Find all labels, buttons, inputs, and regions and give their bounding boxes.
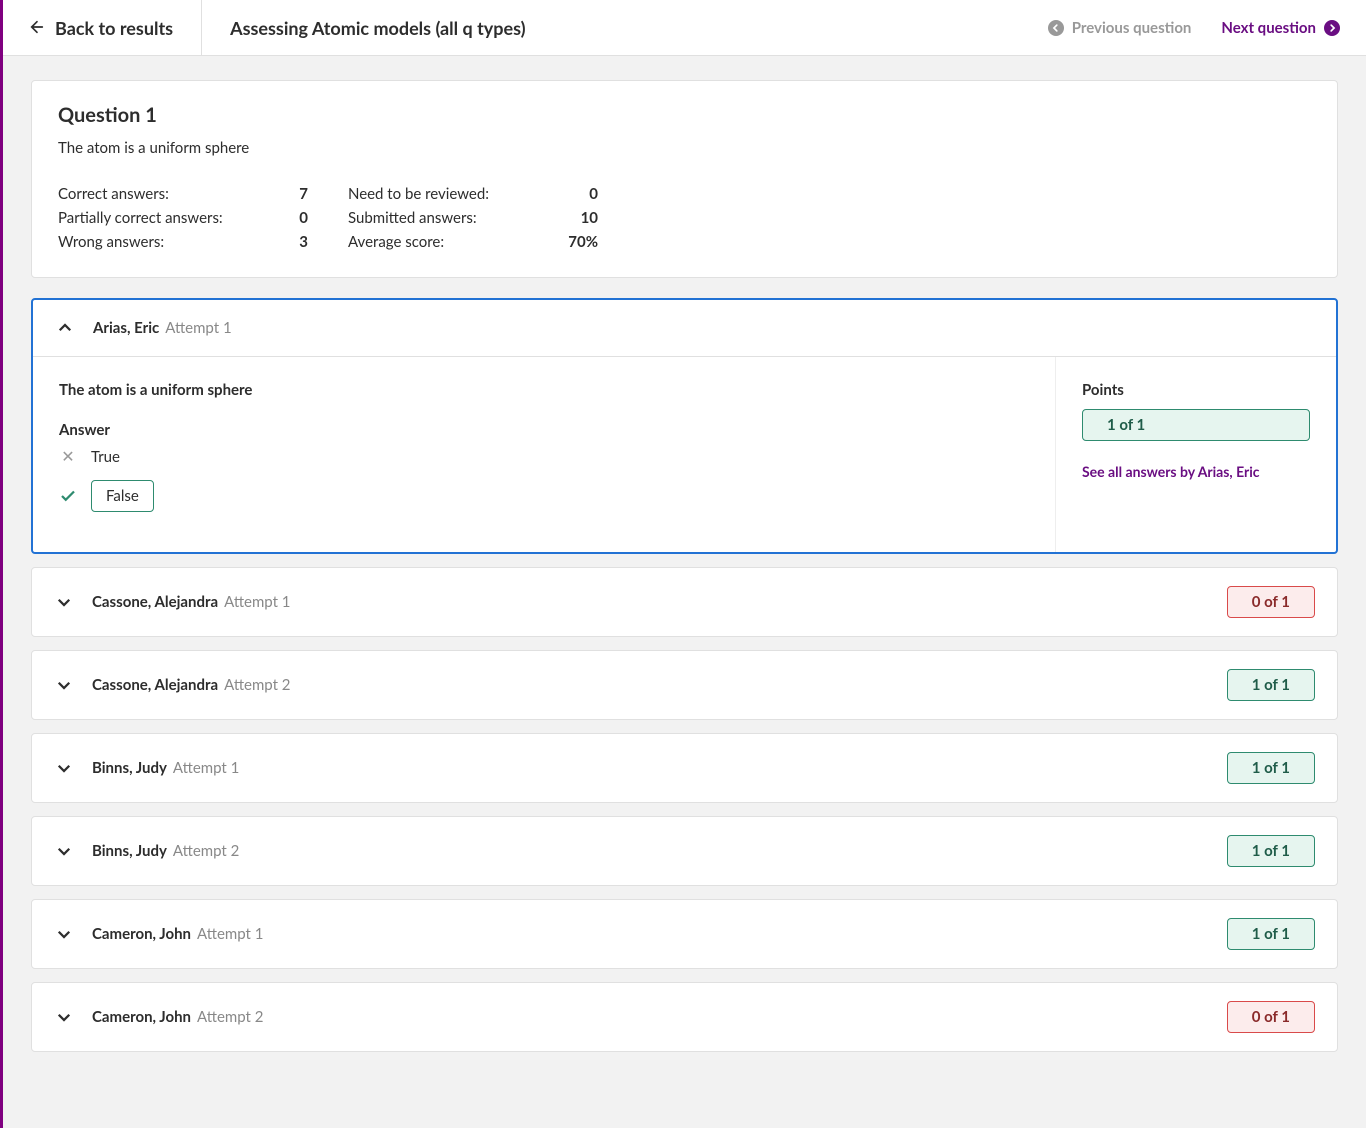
next-label: Next question — [1221, 19, 1316, 37]
attempt-toggle[interactable]: Binns, Judy Attempt 2 1 of 1 — [32, 817, 1337, 885]
points-value: 1 of 1 — [1082, 409, 1310, 441]
attempt-toggle[interactable]: Binns, Judy Attempt 1 1 of 1 — [32, 734, 1337, 802]
stat-label: Average score: — [348, 233, 444, 251]
next-question-link[interactable]: Next question — [1221, 19, 1340, 37]
score-pill: 1 of 1 — [1227, 669, 1315, 701]
stat-correct: Correct answers: 7 — [58, 185, 308, 203]
attempt-points-panel: Points 1 of 1 See all answers by Arias, … — [1056, 357, 1336, 552]
attempt-toggle[interactable]: Cassone, Alejandra Attempt 1 0 of 1 — [32, 568, 1337, 636]
back-to-results-link[interactable]: Back to results — [29, 0, 202, 56]
attempt-toggle[interactable]: Arias, Eric Attempt 1 — [33, 300, 1336, 356]
attempt-label: Attempt 2 — [197, 1008, 263, 1026]
attempt-label: Attempt 2 — [173, 842, 239, 860]
back-label: Back to results — [55, 17, 173, 39]
stat-label: Submitted answers: — [348, 209, 477, 227]
attempt-name: Arias, Eric — [93, 319, 159, 337]
arrow-left-icon — [29, 17, 45, 39]
attempt-row: Cassone, Alejandra Attempt 2 1 of 1 — [31, 650, 1338, 720]
score-pill: 0 of 1 — [1227, 1001, 1315, 1033]
stat-value: 0 — [299, 209, 308, 227]
stat-value: 10 — [581, 209, 598, 227]
attempt-name: Binns, Judy — [92, 759, 167, 777]
page-header: Back to results Assessing Atomic models … — [3, 0, 1366, 56]
attempt-row: Binns, Judy Attempt 2 1 of 1 — [31, 816, 1338, 886]
stat-wrong: Wrong answers: 3 — [58, 233, 308, 251]
answer-option-correct: False — [59, 480, 1029, 512]
see-all-answers-link[interactable]: See all answers by Arias, Eric — [1082, 463, 1310, 480]
arrow-circle-left-icon — [1048, 20, 1064, 36]
attempt-row: Cassone, Alejandra Attempt 1 0 of 1 — [31, 567, 1338, 637]
page-title: Assessing Atomic models (all q types) — [230, 17, 1018, 39]
stat-avg: Average score: 70% — [348, 233, 598, 251]
score-pill: 1 of 1 — [1227, 835, 1315, 867]
x-icon: ✕ — [59, 447, 77, 466]
attempt-toggle[interactable]: Cameron, John Attempt 2 0 of 1 — [32, 983, 1337, 1051]
stat-value: 70% — [568, 233, 598, 251]
stat-value: 3 — [299, 233, 308, 251]
attempt-name: Binns, Judy — [92, 842, 167, 860]
stat-label: Need to be reviewed: — [348, 185, 489, 203]
answer-option-wrong: ✕ True — [59, 447, 1029, 466]
attempt-row: Binns, Judy Attempt 1 1 of 1 — [31, 733, 1338, 803]
chevron-up-icon — [55, 318, 75, 338]
chevron-down-icon — [54, 675, 74, 695]
chevron-down-icon — [54, 841, 74, 861]
chevron-down-icon — [54, 758, 74, 778]
score-pill: 0 of 1 — [1227, 586, 1315, 618]
attempt-toggle[interactable]: Cameron, John Attempt 1 1 of 1 — [32, 900, 1337, 968]
previous-question-link: Previous question — [1048, 19, 1192, 37]
attempt-answer-panel: The atom is a uniform sphere Answer ✕ Tr… — [33, 357, 1056, 552]
attempt-name: Cameron, John — [92, 1008, 191, 1026]
question-title: Question 1 — [58, 103, 1311, 127]
question-summary-card: Question 1 The atom is a uniform sphere … — [31, 80, 1338, 278]
attempt-name: Cassone, Alejandra — [92, 593, 218, 611]
stat-review: Need to be reviewed: 0 — [348, 185, 598, 203]
stat-value: 7 — [299, 185, 308, 203]
stat-partial: Partially correct answers: 0 — [58, 209, 308, 227]
attempt-label: Attempt 1 — [173, 759, 239, 777]
points-label: Points — [1082, 381, 1310, 399]
option-text: True — [91, 448, 120, 466]
attempt-row: Cameron, John Attempt 2 0 of 1 — [31, 982, 1338, 1052]
attempt-label: Attempt 1 — [165, 319, 231, 337]
stat-value: 0 — [589, 185, 598, 203]
attempt-name: Cassone, Alejandra — [92, 676, 218, 694]
attempt-toggle[interactable]: Cassone, Alejandra Attempt 2 1 of 1 — [32, 651, 1337, 719]
content-area: Question 1 The atom is a uniform sphere … — [3, 56, 1366, 1089]
stat-label: Partially correct answers: — [58, 209, 223, 227]
stats-col-right: Need to be reviewed: 0 Submitted answers… — [348, 185, 598, 251]
attempt-name: Cameron, John — [92, 925, 191, 943]
attempt-label: Attempt 1 — [224, 593, 290, 611]
check-icon — [59, 487, 77, 505]
chevron-down-icon — [54, 592, 74, 612]
question-stats: Correct answers: 7 Partially correct ans… — [58, 185, 1311, 251]
chevron-down-icon — [54, 1007, 74, 1027]
stat-label: Wrong answers: — [58, 233, 164, 251]
arrow-circle-right-icon — [1324, 20, 1340, 36]
option-text: False — [91, 480, 154, 512]
attempt-label: Attempt 2 — [224, 676, 290, 694]
stat-label: Correct answers: — [58, 185, 169, 203]
score-pill: 1 of 1 — [1227, 752, 1315, 784]
chevron-down-icon — [54, 924, 74, 944]
attempts-list: Cassone, AlejandraAttempt 10 of 1Cassone… — [31, 567, 1338, 1052]
answer-label: Answer — [59, 421, 1029, 439]
question-text: The atom is a uniform sphere — [58, 139, 1311, 157]
attempt-label: Attempt 1 — [197, 925, 263, 943]
stats-col-left: Correct answers: 7 Partially correct ans… — [58, 185, 308, 251]
attempt-row: Cameron, John Attempt 1 1 of 1 — [31, 899, 1338, 969]
attempt-body: The atom is a uniform sphere Answer ✕ Tr… — [33, 356, 1336, 552]
attempt-row-expanded: Arias, Eric Attempt 1 The atom is a unif… — [31, 298, 1338, 554]
attempt-question-text: The atom is a uniform sphere — [59, 381, 1029, 399]
prev-label: Previous question — [1072, 19, 1192, 37]
stat-submitted: Submitted answers: 10 — [348, 209, 598, 227]
score-pill: 1 of 1 — [1227, 918, 1315, 950]
